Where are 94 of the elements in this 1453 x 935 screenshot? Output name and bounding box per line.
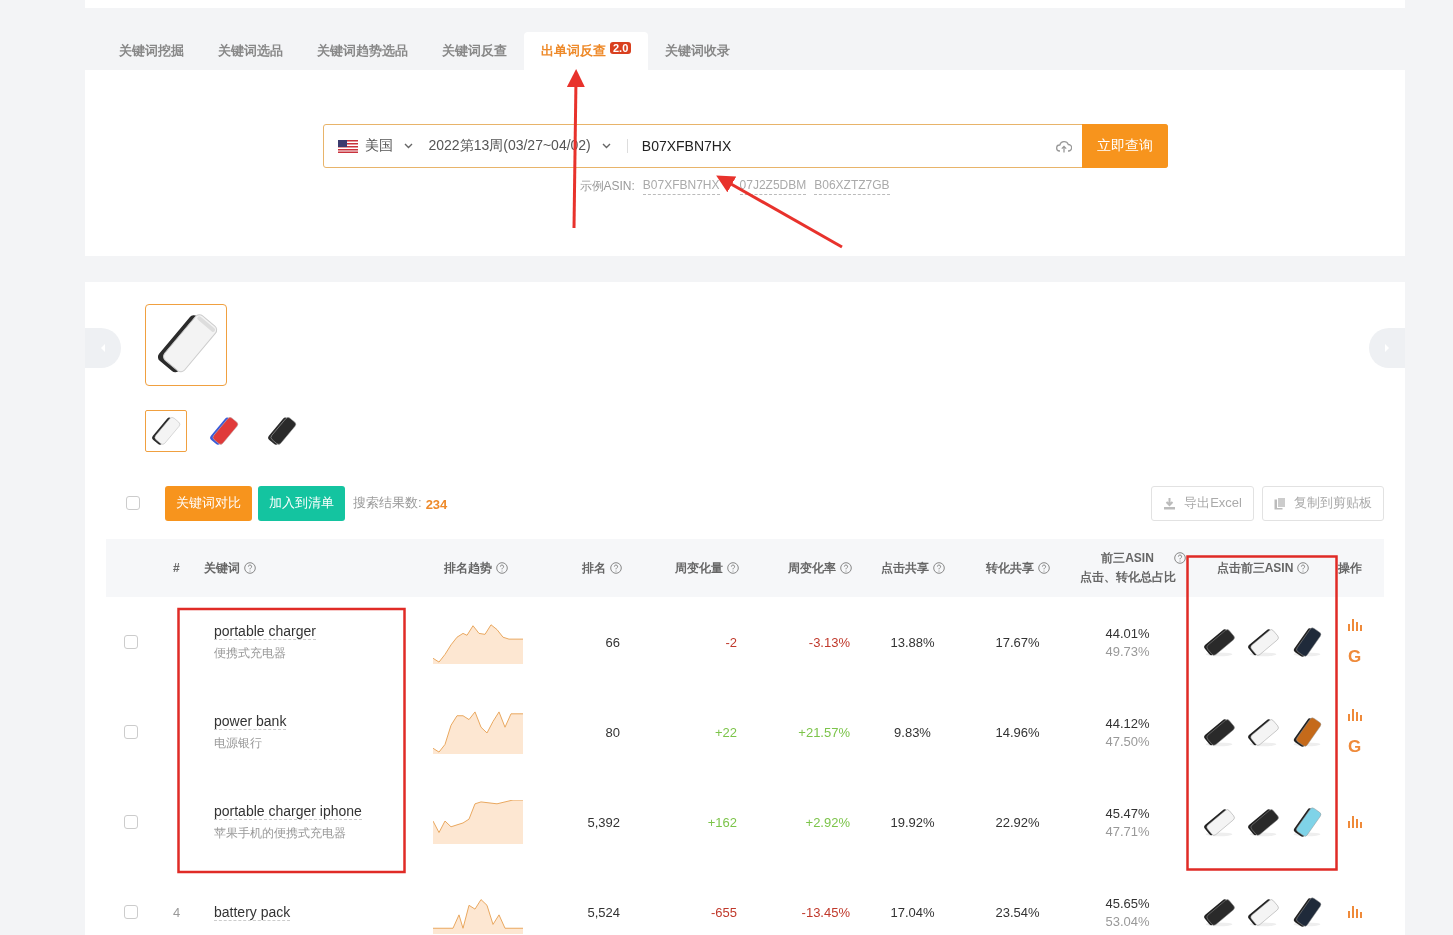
rank-value: 5,524 bbox=[587, 904, 620, 920]
tab[interactable]: 关键词反查 bbox=[425, 32, 524, 70]
conversion-share: 14.96% bbox=[995, 724, 1040, 740]
bar-chart-icon[interactable] bbox=[1348, 816, 1362, 828]
keyword-translation: 苹果手机的便携式充电器 bbox=[214, 824, 346, 842]
top3-click-share: 45.65% bbox=[1105, 895, 1150, 911]
column-header: 操作 bbox=[1338, 559, 1362, 577]
bar-chart-icon[interactable] bbox=[1348, 906, 1362, 918]
tab[interactable]: 关键词选品 bbox=[201, 32, 300, 70]
row-number: 4 bbox=[173, 904, 181, 920]
version-badge: 2.0 bbox=[610, 42, 632, 54]
row-checkbox[interactable] bbox=[124, 635, 138, 649]
row-checkbox[interactable] bbox=[124, 725, 138, 739]
keyword-link[interactable]: power bank bbox=[214, 712, 287, 730]
export-excel-button[interactable]: 导出Excel bbox=[1151, 485, 1254, 521]
help-icon[interactable] bbox=[1174, 552, 1186, 564]
keyword-link[interactable]: battery pack bbox=[214, 903, 291, 921]
column-header: 排名 bbox=[582, 559, 606, 577]
column-header: 前三ASIN 点击、转化总占比 bbox=[1079, 550, 1176, 586]
conversion-share: 23.54% bbox=[995, 904, 1040, 920]
help-icon[interactable] bbox=[1037, 562, 1050, 574]
column-header: # bbox=[173, 561, 180, 575]
weekly-change-rate: +2.92% bbox=[805, 814, 850, 830]
bar-chart-icon[interactable] bbox=[1348, 709, 1362, 721]
row-checkbox[interactable] bbox=[124, 905, 138, 919]
column-header: 周变化率 bbox=[788, 559, 836, 577]
weekly-change: -2 bbox=[725, 634, 737, 650]
conversion-share: 17.67% bbox=[995, 634, 1040, 650]
example-asin-link[interactable]: B07XFBN7HX bbox=[642, 178, 720, 195]
conversion-share: 22.92% bbox=[995, 814, 1040, 830]
weekly-change: -655 bbox=[710, 904, 737, 920]
click-share: 9.83% bbox=[894, 724, 931, 740]
help-icon[interactable] bbox=[1297, 562, 1310, 574]
example-asin-link[interactable]: B06XZTZ7GB bbox=[814, 178, 890, 195]
select-all-checkbox[interactable] bbox=[126, 496, 140, 510]
caret-icon bbox=[403, 143, 413, 149]
example-asin-link[interactable]: 07J2Z5DBM bbox=[739, 178, 807, 195]
copy-to-clipboard-button[interactable]: 复制到剪贴板 bbox=[1262, 485, 1384, 521]
column-header: 关键词 bbox=[204, 559, 240, 577]
google-search-link[interactable]: G bbox=[1348, 739, 1362, 755]
search-button[interactable]: 立即查询 bbox=[1081, 124, 1168, 168]
help-icon[interactable] bbox=[244, 562, 256, 574]
weekly-change: +22 bbox=[714, 724, 737, 740]
top3-click-share: 44.01% bbox=[1105, 625, 1150, 641]
compare-button[interactable]: 关键词对比 bbox=[165, 485, 252, 521]
weekly-change-rate: -3.13% bbox=[808, 634, 850, 650]
column-header: 转化共享 bbox=[985, 559, 1034, 577]
top3-click-share: 44.12% bbox=[1105, 715, 1150, 731]
click-share: 19.92% bbox=[890, 814, 935, 830]
tab[interactable]: 出单词反查 2.0 bbox=[524, 32, 649, 70]
top3-conversion-share: 53.04% bbox=[1105, 913, 1150, 929]
help-icon[interactable] bbox=[610, 562, 622, 574]
upload-cloud-icon[interactable] bbox=[1055, 139, 1072, 153]
tab[interactable]: 关键词趋势选品 bbox=[300, 32, 425, 70]
download-icon bbox=[1163, 496, 1177, 510]
weekly-change-rate: +21.57% bbox=[798, 724, 850, 740]
top3-conversion-share: 47.50% bbox=[1105, 733, 1150, 749]
us-flag-icon bbox=[337, 139, 358, 153]
weekly-change-rate: -13.45% bbox=[801, 904, 850, 920]
help-icon[interactable] bbox=[840, 562, 852, 574]
keyword-link[interactable]: portable charger bbox=[214, 622, 316, 640]
row-checkbox[interactable] bbox=[124, 815, 138, 829]
bar-chart-icon[interactable] bbox=[1348, 619, 1362, 631]
column-header: 点击前三ASIN bbox=[1216, 559, 1294, 577]
thumbnail[interactable] bbox=[145, 410, 187, 452]
examples-label: 示例ASIN: bbox=[579, 178, 635, 195]
asin-input[interactable]: B07XFBN7HX bbox=[639, 137, 1056, 155]
top3-click-share: 45.47% bbox=[1105, 805, 1150, 821]
click-share: 17.04% bbox=[890, 904, 935, 920]
keyword-translation: 电源银行 bbox=[214, 734, 262, 752]
top3-conversion-share: 49.73% bbox=[1105, 643, 1150, 659]
help-icon[interactable] bbox=[496, 562, 508, 574]
result-count-label: 搜索结果数: bbox=[353, 494, 422, 512]
column-header: 周变化量 bbox=[675, 559, 723, 577]
country-select[interactable]: 美国 bbox=[337, 137, 413, 155]
column-header: 点击共享 bbox=[880, 559, 929, 577]
result-count: 234 bbox=[425, 496, 448, 512]
click-share: 13.88% bbox=[890, 634, 935, 650]
keyword-translation: 便携式充电器 bbox=[214, 644, 286, 662]
top3-conversion-share: 47.71% bbox=[1105, 823, 1150, 839]
google-search-link[interactable]: G bbox=[1348, 649, 1362, 665]
column-header: 排名趋势 bbox=[444, 559, 492, 577]
help-icon[interactable] bbox=[727, 562, 739, 574]
keyword-link[interactable]: portable charger iphone bbox=[214, 802, 362, 820]
rank-value: 66 bbox=[605, 634, 620, 650]
add-to-list-button[interactable]: 加入到清单 bbox=[258, 485, 345, 521]
caret-icon bbox=[601, 143, 611, 149]
tab[interactable]: 关键词收录 bbox=[648, 32, 748, 70]
help-icon[interactable] bbox=[932, 562, 945, 574]
weekly-change: +162 bbox=[707, 814, 737, 830]
tab[interactable]: 关键词挖掘 bbox=[102, 32, 201, 70]
rank-value: 5,392 bbox=[587, 814, 620, 830]
copy-icon bbox=[1274, 496, 1286, 510]
rank-value: 80 bbox=[605, 724, 620, 740]
